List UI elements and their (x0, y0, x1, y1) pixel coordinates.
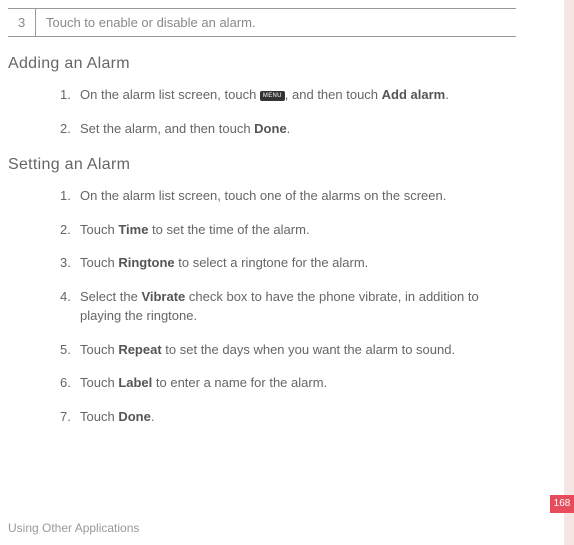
text-fragment: Touch (80, 222, 118, 237)
list-number: 1. (60, 85, 76, 105)
table-cell-text: Touch to enable or disable an alarm. (36, 9, 516, 36)
text-fragment: , and then touch (285, 87, 382, 102)
list-item: 1. On the alarm list screen, touch one o… (60, 186, 506, 206)
bold-text: Time (118, 222, 148, 237)
list-item: 5. Touch Repeat to set the days when you… (60, 340, 506, 360)
list-number: 5. (60, 340, 76, 360)
list-text: Set the alarm, and then touch Done. (80, 119, 506, 139)
list-number: 6. (60, 373, 76, 393)
bold-text: Repeat (118, 342, 161, 357)
text-fragment: to set the days when you want the alarm … (162, 342, 455, 357)
text-fragment: . (445, 87, 449, 102)
list-item: 1. On the alarm list screen, touch MENU,… (60, 85, 506, 105)
list-number: 3. (60, 253, 76, 273)
bold-text: Done (254, 121, 287, 136)
bold-text: Done (118, 409, 151, 424)
list-text: Touch Time to set the time of the alarm. (80, 220, 506, 240)
list-text: Touch Repeat to set the days when you wa… (80, 340, 506, 360)
list-text: On the alarm list screen, touch one of t… (80, 186, 506, 206)
list-item: 7. Touch Done. (60, 407, 506, 427)
text-fragment: Touch (80, 409, 118, 424)
text-fragment: to enter a name for the alarm. (152, 375, 327, 390)
list-number: 2. (60, 220, 76, 240)
adding-alarm-list: 1. On the alarm list screen, touch MENU,… (60, 85, 506, 138)
footer-text: Using Other Applications (8, 521, 139, 535)
heading-setting-alarm: Setting an Alarm (8, 156, 516, 174)
text-fragment: Set the alarm, and then touch (80, 121, 254, 136)
bold-text: Label (118, 375, 152, 390)
text-fragment: Select the (80, 289, 141, 304)
list-item: 6. Touch Label to enter a name for the a… (60, 373, 506, 393)
table-row: 3 Touch to enable or disable an alarm. (8, 8, 516, 37)
list-number: 1. (60, 186, 76, 206)
page-number-tab: 168 (550, 495, 574, 513)
list-text: On the alarm list screen, touch MENU, an… (80, 85, 506, 105)
list-number: 4. (60, 287, 76, 326)
text-fragment: Touch (80, 342, 118, 357)
list-text: Select the Vibrate check box to have the… (80, 287, 506, 326)
list-text: Touch Label to enter a name for the alar… (80, 373, 506, 393)
list-item: 4. Select the Vibrate check box to have … (60, 287, 506, 326)
text-fragment: . (151, 409, 155, 424)
heading-adding-alarm: Adding an Alarm (8, 55, 516, 73)
bold-text: Add alarm (382, 87, 446, 102)
text-fragment: Touch (80, 255, 118, 270)
text-fragment: to set the time of the alarm. (148, 222, 309, 237)
list-number: 2. (60, 119, 76, 139)
table-cell-number: 3 (8, 9, 36, 36)
menu-icon: MENU (260, 91, 285, 101)
side-accent-bar (564, 0, 574, 545)
list-item: 2. Touch Time to set the time of the ala… (60, 220, 506, 240)
list-text: Touch Ringtone to select a ringtone for … (80, 253, 506, 273)
page-content: 3 Touch to enable or disable an alarm. A… (0, 0, 546, 426)
text-fragment: Touch (80, 375, 118, 390)
text-fragment: to select a ringtone for the alarm. (175, 255, 369, 270)
text-fragment: . (287, 121, 291, 136)
list-text: Touch Done. (80, 407, 506, 427)
list-item: 2. Set the alarm, and then touch Done. (60, 119, 506, 139)
text-fragment: On the alarm list screen, touch (80, 87, 260, 102)
text-fragment: On the alarm list screen, touch one of t… (80, 188, 446, 203)
list-number: 7. (60, 407, 76, 427)
setting-alarm-list: 1. On the alarm list screen, touch one o… (60, 186, 506, 426)
bold-text: Ringtone (118, 255, 174, 270)
bold-text: Vibrate (141, 289, 185, 304)
list-item: 3. Touch Ringtone to select a ringtone f… (60, 253, 506, 273)
